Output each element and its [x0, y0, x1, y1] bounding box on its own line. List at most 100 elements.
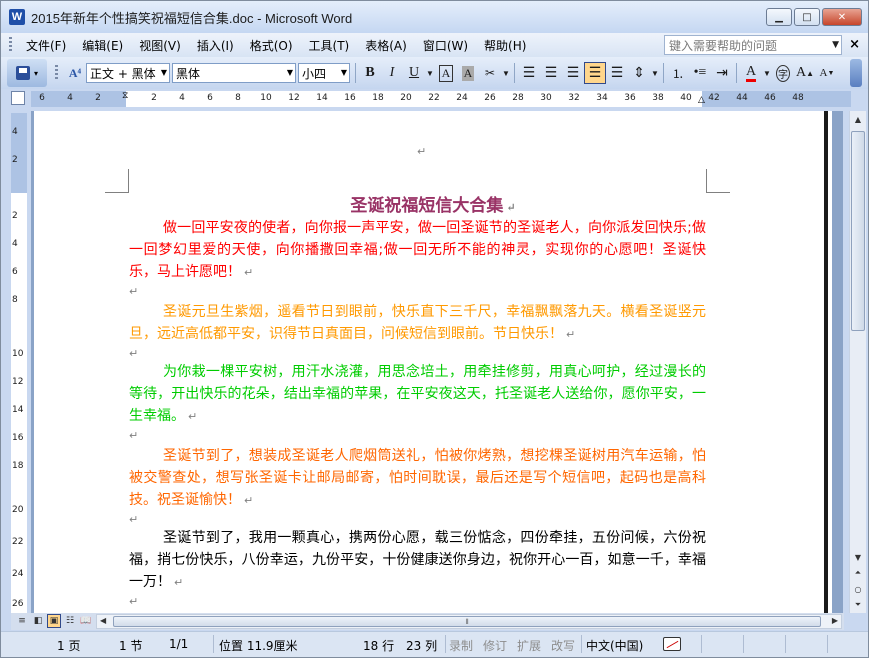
print-layout-button[interactable]: ▣: [47, 614, 61, 628]
italic-button[interactable]: I: [381, 62, 403, 84]
vertical-ruler[interactable]: 4 2 2 4 6 8 10 12 14 16 18 20 22 24 26: [11, 113, 27, 613]
ruler-tick-label: 48: [792, 93, 804, 103]
greeting-paragraph-3[interactable]: 为你栽一棵平安树，用汗水浇灌，用思念培土，用牵挂修剪，用真心呵护，经过漫长的等待…: [129, 361, 706, 428]
horizontal-scrollbar[interactable]: ◀ ⦀ ▶: [96, 614, 842, 629]
ruler-tick-label: 8: [235, 93, 241, 103]
previous-page-button[interactable]: ⏶: [850, 565, 866, 581]
horizontal-ruler[interactable]: 6 4 2 2 4 6 8 10 12 14 16 18 20 22 24 26…: [31, 91, 851, 107]
style-value: 正文 + 黑体: [90, 66, 156, 81]
char-scale-button[interactable]: ✂: [479, 62, 501, 84]
maximize-button[interactable]: □: [794, 8, 820, 26]
line-spacing-button[interactable]: ⇕: [628, 62, 650, 84]
menu-edit[interactable]: 编辑(E): [74, 35, 131, 56]
greeting-text-2: 圣诞元旦生紫烟，遥看节日到眼前，快乐直下三千尺，幸福飘飘落九天。横看圣诞竖元旦，…: [129, 304, 706, 342]
scrollbar-bottom-controls: ▼ ⏶ ○ ⏷: [850, 549, 866, 613]
toolbar-options-button[interactable]: [850, 59, 862, 87]
close-button[interactable]: ✕: [822, 8, 862, 26]
menu-insert[interactable]: 插入(I): [189, 35, 242, 56]
ruler-tick-label: 46: [764, 93, 776, 103]
align-left-button[interactable]: ☰: [518, 62, 540, 84]
reading-view-button[interactable]: 📖: [79, 614, 93, 628]
horizontal-scroll-area: ≡ ◧ ▣ ☷ 📖 ◀ ⦀ ▶: [11, 613, 844, 630]
shrink-font-button[interactable]: A ▼: [816, 62, 838, 84]
greeting-paragraph-1[interactable]: 做一回平安夜的使者，向你报一声平安，做一回圣诞节的圣诞老人，向你派发回快乐;做一…: [129, 217, 706, 284]
outline-view-button[interactable]: ☷: [63, 614, 77, 628]
ruler-tick-label: 6: [207, 93, 213, 103]
ruler-tick-label: 6: [12, 267, 18, 277]
menu-view[interactable]: 视图(V): [131, 35, 189, 56]
grow-font-button[interactable]: A ▲: [794, 62, 816, 84]
bold-button[interactable]: B: [359, 62, 381, 84]
document-close-button[interactable]: ×: [849, 37, 860, 52]
scroll-down-button[interactable]: ▼: [850, 549, 866, 565]
distributed-button[interactable]: ☰: [606, 62, 628, 84]
word-app-icon[interactable]: W: [9, 9, 25, 25]
minimize-button[interactable]: ▁: [766, 8, 792, 26]
menu-window[interactable]: 窗口(W): [415, 35, 476, 56]
status-record[interactable]: 录制: [449, 637, 473, 654]
ruler-tick-label: 24: [456, 93, 468, 103]
char-scale-icon: ✂: [484, 65, 496, 80]
bullets-button[interactable]: •≡: [689, 62, 711, 84]
char-border-button[interactable]: A: [435, 62, 457, 84]
save-button[interactable]: ▾: [7, 59, 47, 87]
increase-indent-button[interactable]: ⇥: [711, 62, 733, 84]
greeting-paragraph-2[interactable]: 圣诞元旦生紫烟，遥看节日到眼前，快乐直下三千尺，幸福飘飘落九天。横看圣诞竖元旦，…: [129, 301, 706, 346]
ruler-tick-label: 14: [12, 405, 24, 415]
style-select[interactable]: 正文 + 黑体 ▼: [86, 63, 170, 83]
vertical-scrollbar[interactable]: ▲ ▼ ⏶ ○ ⏷: [849, 111, 866, 613]
help-search-input[interactable]: 键入需要帮助的问题 ▼: [664, 35, 842, 55]
char-shading-button[interactable]: A: [457, 62, 479, 84]
font-color-button[interactable]: A: [740, 62, 762, 84]
right-indent-marker[interactable]: △: [698, 95, 705, 105]
document-page[interactable]: ↵ 圣诞祝福短信大合集 ↵ 做一回平安夜的使者，向你报一声平安，做一回圣诞节的圣诞…: [34, 111, 832, 613]
status-bar: 1 页 1 节 1/1 位置 11.9厘米 18 行 23 列 录制 修订 扩展…: [1, 631, 868, 657]
greeting-paragraph-4[interactable]: 圣诞节到了，想装成圣诞老人爬烟筒送礼，怕被你烤熟，想挖棵圣诞树用汽车运输，怕被交…: [129, 445, 706, 512]
tab-selector-button[interactable]: [11, 91, 25, 105]
greeting-paragraph-5[interactable]: 圣诞节到了，我用一颗真心，携两份心愿，载三份惦念，四份牵挂，五份问候，六份祝福，…: [129, 527, 706, 594]
vertical-scroll-thumb[interactable]: [851, 131, 865, 331]
first-line-indent-marker[interactable]: ⧖: [122, 91, 128, 101]
line-spacing-dropdown[interactable]: ▼: [650, 62, 660, 84]
status-overtype[interactable]: 改写: [551, 637, 575, 654]
arrow-left-icon[interactable]: ◀: [100, 616, 106, 625]
styles-pane-button[interactable]: A⁴: [64, 62, 86, 84]
scroll-up-button[interactable]: ▲: [850, 111, 866, 127]
status-language[interactable]: 中文(中国): [586, 637, 643, 654]
horizontal-scroll-thumb[interactable]: ⦀: [113, 616, 821, 627]
menu-file[interactable]: 文件(F): [18, 35, 74, 56]
ruler-tick-label: 20: [12, 505, 24, 515]
ruler-tick-label: 40: [680, 93, 692, 103]
menu-bar: 文件(F) 编辑(E) 视图(V) 插入(I) 格式(O) 工具(T) 表格(A…: [1, 33, 868, 57]
normal-view-button[interactable]: ≡: [15, 614, 29, 628]
ruler-tick-label: 10: [12, 349, 24, 359]
menu-grip-handle[interactable]: [9, 37, 12, 53]
align-right-button[interactable]: ☰: [562, 62, 584, 84]
char-scale-dropdown[interactable]: ▼: [501, 62, 511, 84]
select-browse-object-button[interactable]: ○: [850, 581, 866, 597]
font-color-dropdown[interactable]: ▼: [762, 62, 772, 84]
align-center-button[interactable]: ☰: [540, 62, 562, 84]
chevron-down-icon[interactable]: ▼: [832, 40, 839, 50]
spelling-status-icon[interactable]: [663, 637, 681, 651]
arrow-right-icon[interactable]: ▶: [832, 616, 838, 625]
web-view-button[interactable]: ◧: [31, 614, 45, 628]
next-page-button[interactable]: ⏷: [850, 597, 866, 613]
underline-button[interactable]: U: [403, 62, 425, 84]
status-extend[interactable]: 扩展: [517, 637, 541, 654]
toolbar-grip-handle[interactable]: [55, 65, 58, 81]
phonetic-guide-button[interactable]: 字: [772, 62, 794, 84]
status-column: 23 列: [406, 639, 438, 653]
underline-dropdown[interactable]: ▼: [425, 62, 435, 84]
document-heading[interactable]: 圣诞祝福短信大合集 ↵: [34, 191, 832, 216]
menu-table[interactable]: 表格(A): [357, 35, 415, 56]
grow-font-icon: A: [795, 65, 807, 80]
numbering-button[interactable]: ⒈: [667, 62, 689, 84]
status-track-changes[interactable]: 修订: [483, 637, 507, 654]
menu-format[interactable]: 格式(O): [242, 35, 301, 56]
menu-tools[interactable]: 工具(T): [301, 35, 358, 56]
justify-button[interactable]: ☰: [584, 62, 606, 84]
font-size-select[interactable]: 小四 ▼: [298, 63, 350, 83]
menu-help[interactable]: 帮助(H): [476, 35, 534, 56]
font-select[interactable]: 黑体 ▼: [172, 63, 296, 83]
